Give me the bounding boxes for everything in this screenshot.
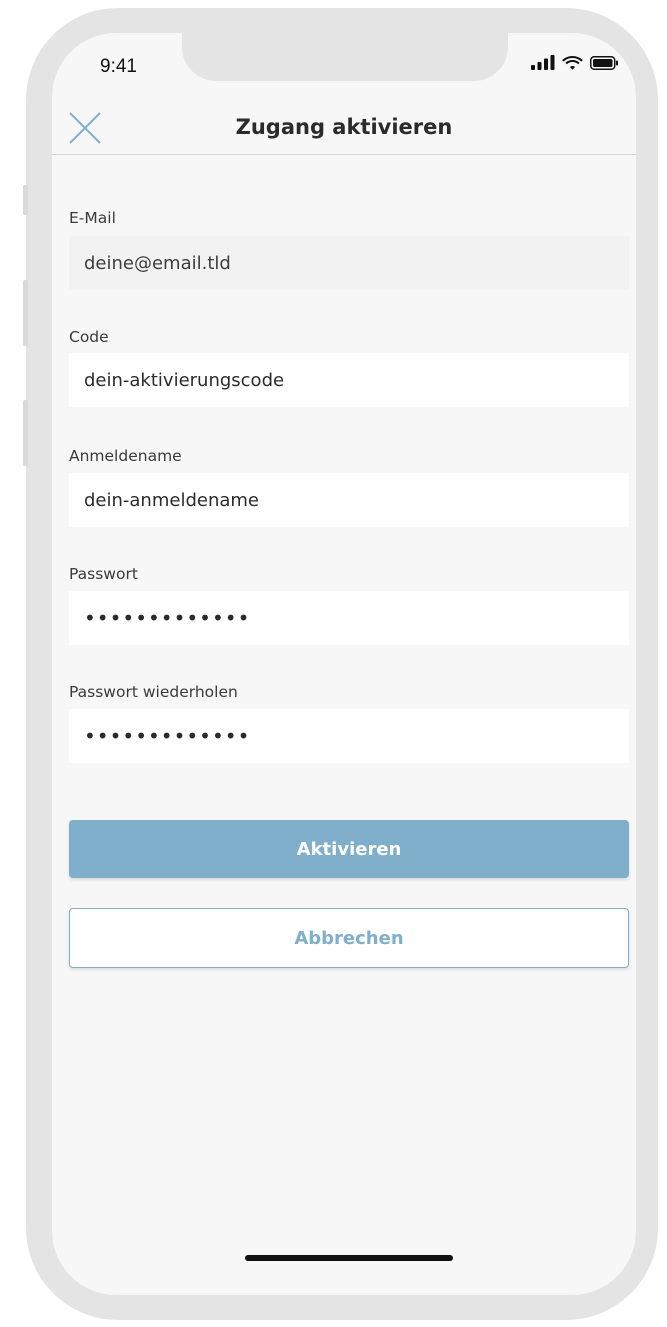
mute-switch [23,185,28,215]
battery-icon [590,55,618,70]
volume-up-button [23,280,28,346]
email-field[interactable] [69,236,629,290]
status-time: 9:41 [100,56,137,77]
notch [182,33,508,81]
password-label: Passwort [69,565,138,583]
username-label: Anmeldename [69,447,182,465]
page-title: Zugang aktivieren [235,115,453,139]
activate-button[interactable]: Aktivieren [69,820,629,878]
email-label: E-Mail [69,209,116,227]
home-indicator [245,1255,453,1261]
password-repeat-field[interactable] [69,709,629,763]
app-screen: 9:41 Zugang aktivieren E-Mail Code [52,33,636,1295]
username-field[interactable] [69,473,629,527]
code-field[interactable] [69,353,629,407]
code-label: Code [69,328,109,346]
volume-down-button [23,400,28,466]
password-field[interactable] [69,591,629,645]
cancel-button[interactable]: Abbrechen [69,908,629,968]
password-repeat-label: Passwort wiederholen [69,683,238,701]
header-divider [52,154,636,155]
signal-icon [531,55,555,70]
wifi-icon [562,56,583,70]
status-icons [531,55,619,70]
